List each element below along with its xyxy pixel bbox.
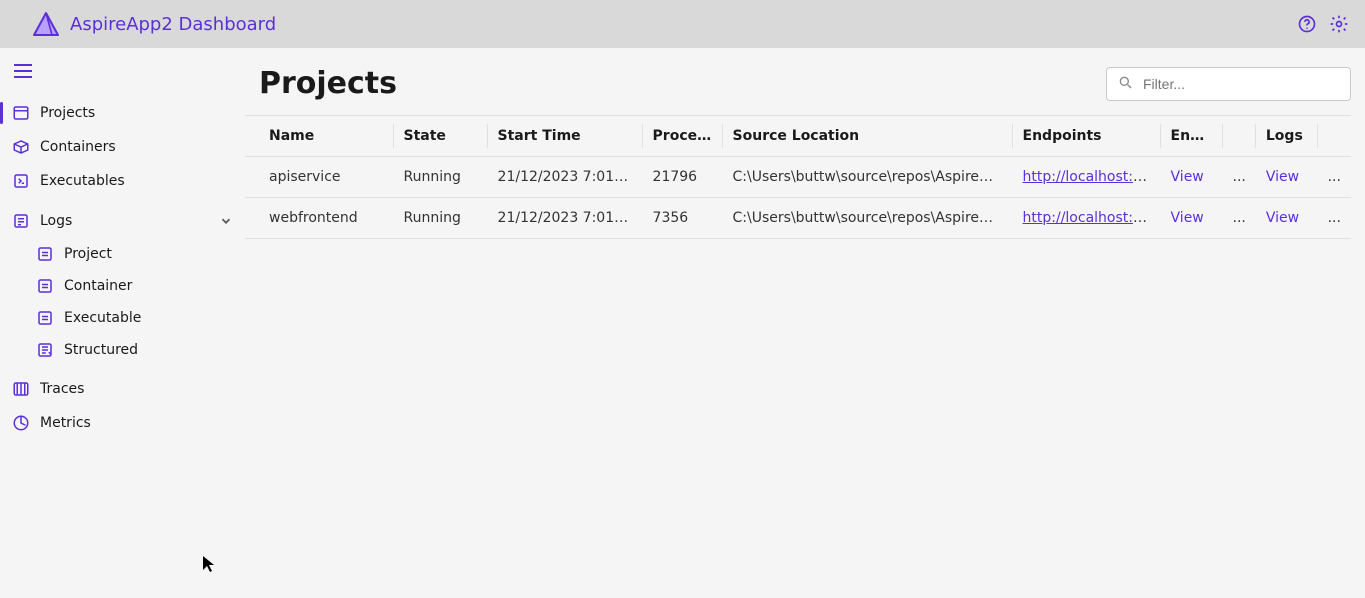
col-pid[interactable]: Process Id (643, 115, 723, 157)
log-container-icon (36, 277, 54, 295)
sidebar-item-logs-executable[interactable]: Executable (24, 302, 245, 334)
traces-icon (12, 380, 30, 398)
sidebar-item-label: Metrics (40, 415, 91, 431)
main-header: Projects (245, 66, 1365, 115)
filter-box[interactable] (1106, 67, 1351, 101)
sidebar-item-logs-container[interactable]: Container (24, 270, 245, 302)
endpoint-link[interactable]: http://localhost:50... (1023, 210, 1161, 226)
help-icon[interactable] (1297, 14, 1317, 34)
env-view-link[interactable]: View (1171, 210, 1204, 226)
chevron-down-icon (219, 214, 233, 228)
cell-env: View (1161, 157, 1223, 198)
env-view-link[interactable]: View (1171, 169, 1204, 185)
col-logs-extra (1318, 115, 1351, 157)
col-endpoints[interactable]: Endpoints (1013, 115, 1161, 157)
cell-state: Running (394, 157, 488, 198)
log-executable-icon (36, 309, 54, 327)
sidebar-logs-children: Project Container Executable Structured (0, 238, 245, 366)
sidebar: Projects Containers Executables Logs (0, 48, 245, 598)
env-more-icon[interactable]: ... (1223, 198, 1256, 239)
cell-env: View (1161, 198, 1223, 239)
search-icon (1117, 74, 1133, 94)
cell-endpoint: http://localhost:55... (1013, 157, 1161, 198)
sidebar-item-executables[interactable]: Executables (0, 164, 245, 198)
app-logo-icon (32, 11, 60, 37)
filter-input[interactable] (1141, 75, 1340, 93)
cell-pid: 7356 (643, 198, 723, 239)
col-start[interactable]: Start Time (488, 115, 643, 157)
col-src[interactable]: Source Location (723, 115, 1013, 157)
sidebar-item-label: Containers (40, 139, 116, 155)
sidebar-item-logs-structured[interactable]: Structured (24, 334, 245, 366)
containers-icon (12, 138, 30, 156)
header-left: AspireApp2 Dashboard (0, 11, 276, 37)
cell-src: C:\Users\buttw\source\repos\AspireApp2\A… (723, 198, 1013, 239)
metrics-icon (12, 414, 30, 432)
sidebar-item-logs[interactable]: Logs (0, 204, 245, 238)
logs-view-link[interactable]: View (1266, 210, 1299, 226)
cell-src: C:\Users\buttw\source\repos\AspireApp2\A… (723, 157, 1013, 198)
env-more-icon[interactable]: ... (1223, 157, 1256, 198)
sidebar-item-label: Project (64, 246, 112, 262)
table-row: webfrontend Running 21/12/2023 7:01:1...… (245, 198, 1351, 239)
hamburger-toggle[interactable] (0, 56, 245, 90)
table-header-row: Name State Start Time Process Id Source … (245, 115, 1351, 157)
page-title: Projects (259, 66, 397, 101)
col-env-extra (1223, 115, 1256, 157)
projects-icon (12, 104, 30, 122)
app-title: AspireApp2 Dashboard (70, 14, 276, 35)
log-structured-icon (36, 341, 54, 359)
projects-table: Name State Start Time Process Id Source … (245, 115, 1351, 239)
sidebar-item-metrics[interactable]: Metrics (0, 406, 245, 440)
sidebar-item-logs-project[interactable]: Project (24, 238, 245, 270)
executables-icon (12, 172, 30, 190)
sidebar-item-projects[interactable]: Projects (0, 96, 245, 130)
sidebar-item-label: Traces (40, 381, 84, 397)
sidebar-item-label: Executables (40, 173, 125, 189)
sidebar-item-label: Projects (40, 105, 95, 121)
sidebar-item-label: Structured (64, 342, 138, 358)
cell-pid: 21796 (643, 157, 723, 198)
cell-name: webfrontend (245, 198, 394, 239)
logs-more-icon[interactable]: ... (1318, 198, 1351, 239)
cell-logs: View (1256, 157, 1318, 198)
cell-endpoint: http://localhost:50... (1013, 198, 1161, 239)
sidebar-item-traces[interactable]: Traces (0, 372, 245, 406)
top-header: AspireApp2 Dashboard (0, 0, 1365, 48)
logs-more-icon[interactable]: ... (1318, 157, 1351, 198)
cell-start: 21/12/2023 7:01:1... (488, 157, 643, 198)
sidebar-item-label: Container (64, 278, 132, 294)
logs-icon (12, 212, 30, 230)
logs-view-link[interactable]: View (1266, 169, 1299, 185)
sidebar-item-label: Executable (64, 310, 141, 326)
log-project-icon (36, 245, 54, 263)
col-env[interactable]: Envi... (1161, 115, 1223, 157)
cell-start: 21/12/2023 7:01:1... (488, 198, 643, 239)
col-state[interactable]: State (394, 115, 488, 157)
cell-logs: View (1256, 198, 1318, 239)
col-logs[interactable]: Logs (1256, 115, 1318, 157)
settings-icon[interactable] (1329, 14, 1349, 34)
sidebar-item-containers[interactable]: Containers (0, 130, 245, 164)
sidebar-item-label: Logs (40, 213, 72, 229)
endpoint-link[interactable]: http://localhost:55... (1023, 169, 1161, 185)
table-row: apiservice Running 21/12/2023 7:01:1... … (245, 157, 1351, 198)
main-content: Projects Name State Start Time Process I… (245, 48, 1365, 598)
col-name[interactable]: Name (245, 115, 394, 157)
cell-state: Running (394, 198, 488, 239)
cell-name: apiservice (245, 157, 394, 198)
